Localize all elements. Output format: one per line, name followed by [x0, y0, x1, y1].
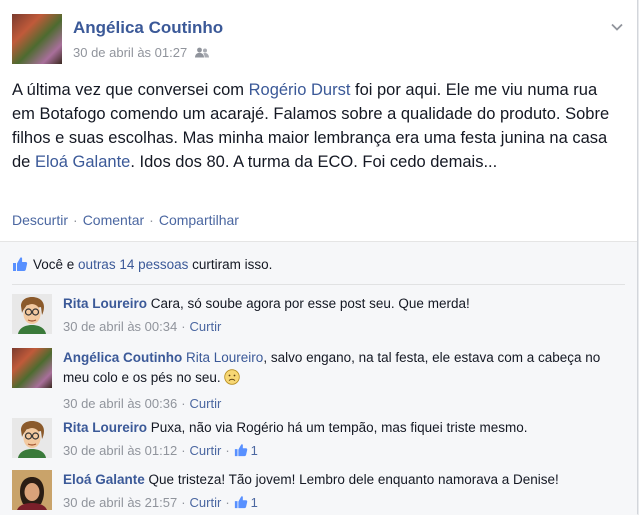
thumbs-up-icon	[234, 443, 248, 463]
likes-summary: Você e outras 14 pessoas curtiram isso.	[12, 256, 272, 275]
post-timestamp[interactable]: 30 de abril às 01:27	[73, 45, 187, 60]
mention-eloa-link[interactable]: Eloá Galante	[35, 153, 130, 171]
like-count: 1	[250, 443, 258, 458]
comment-like-count[interactable]: 1	[234, 443, 258, 458]
comment-text: Cara, só soube agora por esse post seu. …	[150, 296, 470, 311]
unlike-button[interactable]: Descurtir	[12, 212, 68, 228]
sad-face-icon	[224, 369, 241, 391]
post-author-name[interactable]: Angélica Coutinho	[73, 18, 223, 38]
post-text-part: A última vez que conversei com	[12, 81, 249, 99]
like-comment-button[interactable]: Curtir	[190, 396, 222, 411]
chevron-down-icon[interactable]	[611, 18, 623, 36]
separator: ·	[73, 212, 78, 228]
separator: ·	[225, 495, 230, 510]
comment-timestamp[interactable]: 30 de abril às 01:12	[63, 443, 177, 458]
comment-meta: 30 de abril às 01:12 · Curtir · 1	[63, 441, 623, 463]
comment-body: Rita Loureiro Cara, só soube agora por e…	[63, 294, 623, 337]
likes-suffix: curtiram isso.	[188, 257, 273, 272]
comment-body: Rita Loureiro Puxa, não via Rogério há u…	[63, 418, 623, 463]
post-body: A última vez que conversei com Rogério D…	[12, 78, 624, 174]
comments-section: Você e outras 14 pessoas curtiram isso. …	[0, 241, 637, 515]
friends-icon[interactable]	[195, 46, 210, 61]
thumbs-up-icon	[12, 256, 28, 275]
like-comment-button[interactable]: Curtir	[190, 319, 222, 334]
post-text-part: . Idos dos 80. A turma da ECO. Foi cedo …	[130, 153, 498, 171]
separator: ·	[225, 443, 230, 458]
separator: ·	[181, 396, 186, 411]
comment-text: Puxa, não via Rogério há um tempão, mas …	[150, 420, 528, 435]
commenter-name[interactable]: Eloá Galante	[63, 472, 145, 487]
like-count: 1	[250, 495, 258, 510]
mention-rogerio-link[interactable]: Rogério Durst	[249, 81, 351, 99]
commenter-name[interactable]: Rita Loureiro	[63, 420, 147, 435]
comment-meta: 30 de abril às 00:36 · Curtir	[63, 394, 623, 414]
thumbs-up-icon	[234, 495, 248, 515]
separator: ·	[181, 443, 186, 458]
commenter-avatar[interactable]	[12, 294, 52, 334]
post-card: Angélica Coutinho 30 de abril às 01:27 A…	[0, 0, 638, 515]
post-actions: Descurtir · Comentar · Compartilhar	[12, 212, 239, 228]
separator: ·	[181, 495, 186, 510]
comment-timestamp[interactable]: 30 de abril às 00:34	[63, 319, 177, 334]
likes-prefix: Você e	[33, 257, 79, 272]
author-avatar[interactable]	[12, 14, 62, 64]
mention-rita-link[interactable]: Rita Loureiro	[186, 350, 263, 365]
likers-link[interactable]: outras 14 pessoas	[78, 257, 188, 272]
comment-button[interactable]: Comentar	[83, 212, 144, 228]
comment-meta: 30 de abril às 21:57 · Curtir · 1	[63, 493, 623, 515]
comment-timestamp[interactable]: 30 de abril às 21:57	[63, 495, 177, 510]
commenter-avatar[interactable]	[12, 348, 52, 388]
comment-text: Que tristeza! Tão jovem! Lembro dele enq…	[148, 472, 559, 487]
comment-body: Eloá Galante Que tristeza! Tão jovem! Le…	[63, 470, 623, 515]
comment-meta: 30 de abril às 00:34 · Curtir	[63, 317, 623, 337]
commenter-avatar[interactable]	[12, 470, 52, 510]
share-button[interactable]: Compartilhar	[159, 212, 239, 228]
commenter-name[interactable]: Rita Loureiro	[63, 296, 147, 311]
separator: ·	[149, 212, 154, 228]
comment-timestamp[interactable]: 30 de abril às 00:36	[63, 396, 177, 411]
like-comment-button[interactable]: Curtir	[190, 443, 222, 458]
post-meta: 30 de abril às 01:27	[73, 45, 210, 61]
comment-like-count[interactable]: 1	[234, 495, 258, 510]
commenter-name[interactable]: Angélica Coutinho	[63, 350, 182, 365]
separator: ·	[181, 319, 186, 334]
comment-body: Angélica Coutinho Rita Loureiro, salvo e…	[63, 348, 623, 414]
commenter-avatar[interactable]	[12, 418, 52, 458]
like-comment-button[interactable]: Curtir	[190, 495, 222, 510]
divider	[12, 284, 625, 285]
